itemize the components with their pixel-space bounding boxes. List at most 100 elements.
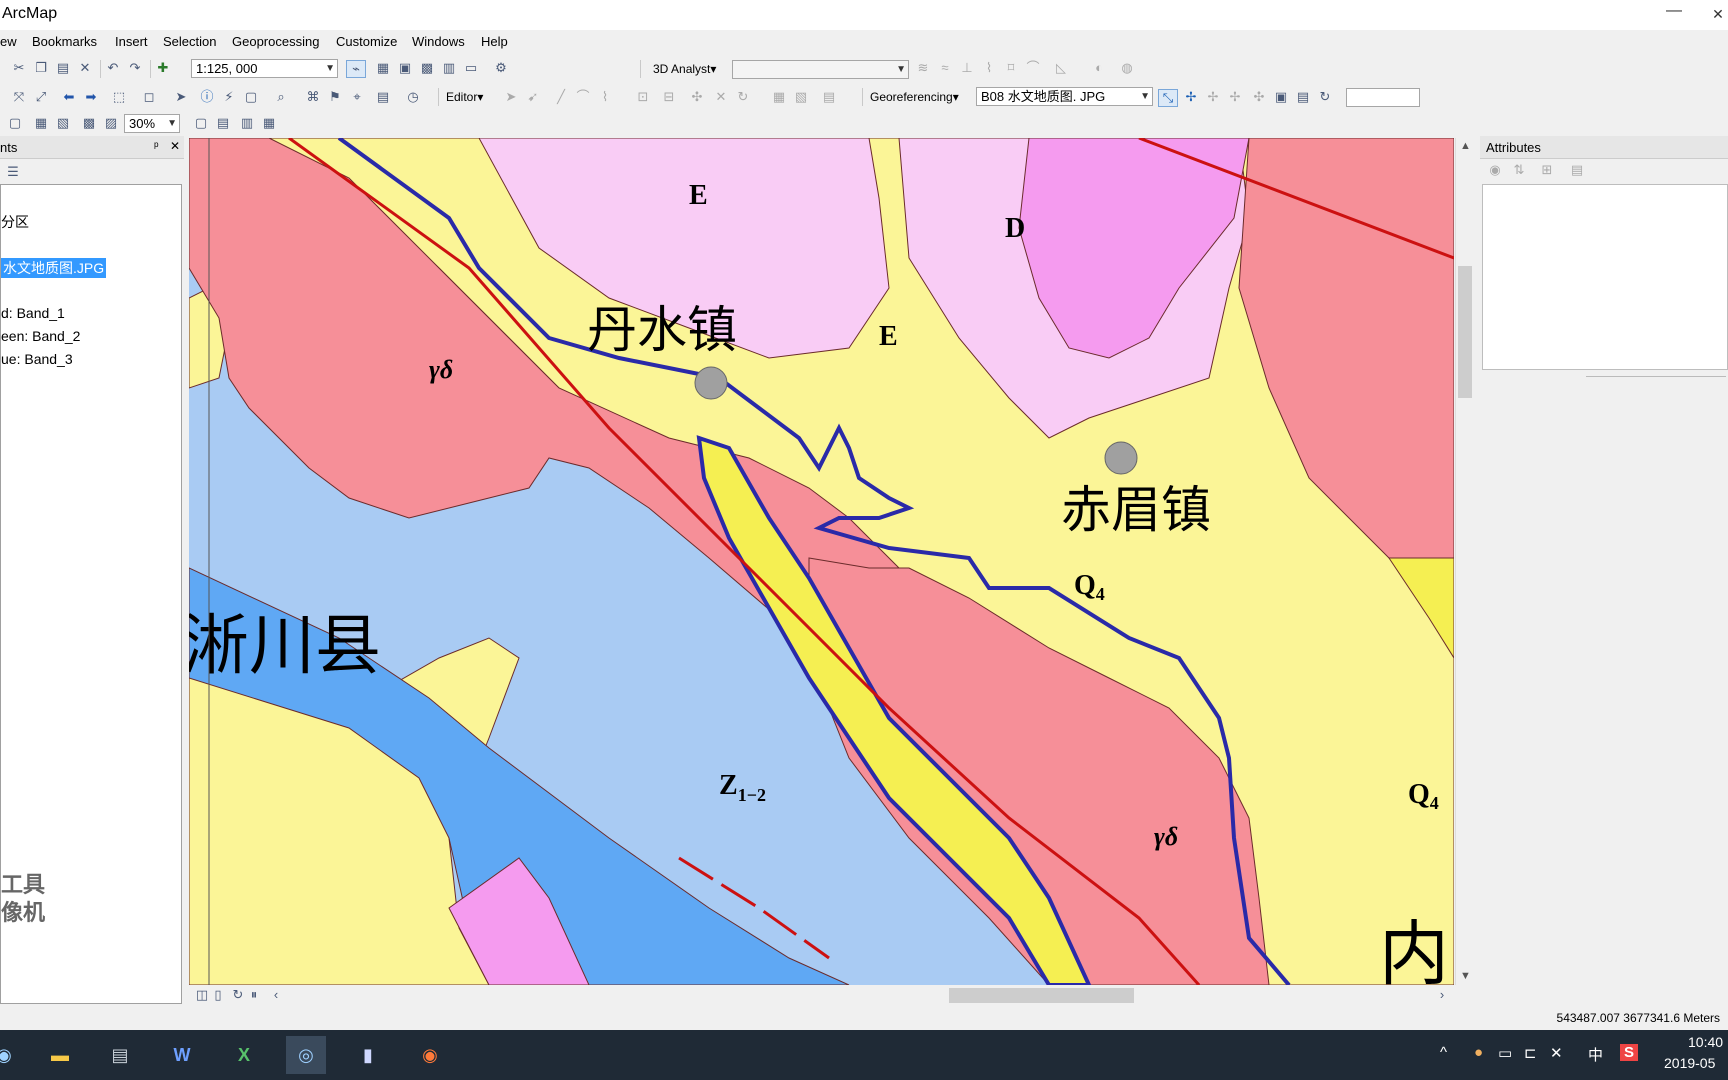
arctoolbox-icon[interactable]: ▥ <box>440 60 458 76</box>
rotate-dropdown-icon[interactable]: ↻ <box>1316 89 1334 105</box>
menu-customize[interactable]: Customize <box>336 34 397 49</box>
select-features-icon[interactable]: ⬚ <box>110 89 128 105</box>
attributes-options-icon[interactable]: ▤ <box>1568 162 1586 178</box>
toggle-draft-icon[interactable]: ▢ <box>192 115 210 131</box>
interpolate-point-icon[interactable]: ⌑ <box>1002 60 1020 76</box>
change-layout-icon[interactable]: ▥ <box>238 115 256 131</box>
find-icon[interactable]: ⌕ <box>272 89 290 105</box>
georeferencing-menu[interactable]: Georeferencing▾ <box>870 90 959 104</box>
attributes-filter-icon[interactable]: ⊞ <box>1538 162 1556 178</box>
full-extent-icon[interactable]: ⤧ <box>10 89 28 105</box>
ime-indicator[interactable]: 中 <box>1588 1044 1603 1065</box>
attributes-window-icon[interactable]: ▦ <box>770 89 788 105</box>
fixed-zoom-layout-icon[interactable]: ▧ <box>54 115 72 131</box>
edit-annotation-icon[interactable]: ➹ <box>524 89 542 105</box>
clock-time[interactable]: 10:40 <box>1688 1034 1723 1050</box>
arcscene-icon[interactable]: ◐ <box>1090 60 1108 76</box>
attributes-layer-icon[interactable]: ◉ <box>1486 162 1504 178</box>
edit-tool-icon[interactable]: ➤ <box>502 89 520 105</box>
toc-layer-jpg[interactable]: 水文地质图.JPG <box>1 258 107 278</box>
volume-muted-icon[interactable]: ✕ <box>1550 1044 1563 1062</box>
measure-icon[interactable]: ▤ <box>374 89 392 105</box>
map-display[interactable]: E E D 丹水镇 赤眉镇 淅川县 γδ γδ Q4 Q4 Z1−2 内 <box>189 138 1454 985</box>
georeferencing-layer-combo[interactable]: B08 水文地质图. JPG ▼ <box>976 87 1153 106</box>
toc-close-button[interactable]: ✕ <box>170 139 180 153</box>
scroll-left-icon[interactable]: ‹ <box>267 987 285 1003</box>
toc-group-label[interactable]: 分区 <box>1 212 29 232</box>
zoom-in-layout-icon[interactable]: ▢ <box>6 115 24 131</box>
menu-insert[interactable]: Insert <box>115 34 148 49</box>
straight-segment-icon[interactable]: ╱ <box>552 89 570 105</box>
3d-analyst-menu[interactable]: 3D Analyst▾ <box>653 62 716 76</box>
rotate-raster-icon[interactable]: ✣ <box>1250 89 1268 105</box>
reshape-icon[interactable]: ⊟ <box>660 89 678 105</box>
layout-zoom-combo[interactable]: 30% ▼ <box>124 114 180 133</box>
word-icon[interactable]: W <box>162 1036 202 1074</box>
catalog-icon[interactable]: ▣ <box>396 60 414 76</box>
tray-app-icon[interactable]: ● <box>1474 1044 1483 1061</box>
horizontal-scroll-thumb[interactable] <box>949 988 1134 1003</box>
menu-view[interactable]: ew <box>0 34 17 49</box>
menu-windows[interactable]: Windows <box>412 34 465 49</box>
python-icon[interactable]: ▭ <box>462 60 480 76</box>
create-features-icon[interactable]: ▤ <box>820 89 838 105</box>
interpolate-line-icon[interactable]: ⌇ <box>980 60 998 76</box>
editor-toolbar-icon[interactable]: ⌁ <box>346 60 366 78</box>
fixed-zoom-icon[interactable]: ⤢ <box>32 89 50 105</box>
copy-icon[interactable]: ❐ <box>32 60 50 76</box>
zoom-out-layout-icon[interactable]: ▦ <box>32 115 50 131</box>
editor-menu[interactable]: Editor▾ <box>446 90 483 104</box>
add-data-icon[interactable]: ✚ <box>154 60 172 76</box>
zoom-to-link-icon[interactable]: ✢ <box>1204 89 1222 105</box>
data-driven-pages-icon[interactable]: ▦ <box>260 115 278 131</box>
menu-selection[interactable]: Selection <box>163 34 216 49</box>
add-control-points-icon[interactable]: ⤡ <box>1158 89 1178 107</box>
app-taskbar-icon[interactable]: ▮ <box>348 1036 388 1074</box>
link-table-icon[interactable]: ▤ <box>1294 89 1312 105</box>
clear-selection-icon[interactable]: ◻ <box>140 89 158 105</box>
battery-icon[interactable]: ▭ <box>1498 1044 1512 1062</box>
zoom-whole-page-icon[interactable]: ▩ <box>80 115 98 131</box>
hyperlink-icon[interactable]: ⚡ <box>220 89 238 105</box>
scroll-up-icon[interactable]: ▲ <box>1460 140 1471 152</box>
map-vertical-scrollbar[interactable]: ▲ ▼ <box>1455 138 1474 985</box>
delete-link-icon[interactable]: ✢ <box>1226 89 1244 105</box>
arcglobe-icon[interactable]: ◍ <box>1118 60 1136 76</box>
close-button[interactable]: ✕ <box>1698 6 1728 23</box>
menu-help[interactable]: Help <box>481 34 508 49</box>
paste-icon[interactable]: ▤ <box>54 60 72 76</box>
cut-polygons-icon[interactable]: ✣ <box>688 89 706 105</box>
toc-pin-icon[interactable]: ᵖ <box>154 139 159 153</box>
contour-icon[interactable]: ≋ <box>914 60 932 76</box>
go-to-xy-icon[interactable]: ⌖ <box>348 89 366 105</box>
steepest-path-icon[interactable]: ≈ <box>936 60 954 76</box>
viewer-icon[interactable]: ▣ <box>1272 89 1290 105</box>
time-slider-icon[interactable]: ◷ <box>404 89 422 105</box>
zoom-100-icon[interactable]: ▨ <box>102 115 120 131</box>
menu-bookmarks[interactable]: Bookmarks <box>32 34 97 49</box>
split-icon[interactable]: ✕ <box>712 89 730 105</box>
attributes-sort-icon[interactable]: ⇅ <box>1510 162 1528 178</box>
redo-icon[interactable]: ↷ <box>126 60 144 76</box>
scroll-down-icon[interactable]: ▼ <box>1460 970 1471 982</box>
toc-window-icon[interactable]: ▦ <box>374 60 392 76</box>
binoculars-icon[interactable]: ⌘ <box>304 89 322 105</box>
forward-extent-icon[interactable]: ➡ <box>82 89 100 105</box>
list-by-drawing-order-icon[interactable]: ☰ <box>4 164 22 180</box>
find-route-icon[interactable]: ⚑ <box>326 89 344 105</box>
show-hidden-icons[interactable]: ^ <box>1440 1044 1447 1061</box>
menu-geoprocessing[interactable]: Geoprocessing <box>232 34 319 49</box>
undo-icon[interactable]: ↶ <box>104 60 122 76</box>
search-window-icon[interactable]: ▩ <box>418 60 436 76</box>
trace-icon[interactable]: ⌇ <box>596 89 614 105</box>
back-extent-icon[interactable]: ⬅ <box>60 89 78 105</box>
rotate-icon[interactable]: ↻ <box>734 89 752 105</box>
edit-vertices-icon[interactable]: ⊡ <box>634 89 652 105</box>
georef-scale-input[interactable] <box>1346 88 1420 107</box>
delete-icon[interactable]: ✕ <box>76 60 94 76</box>
start-button[interactable]: ◉ <box>0 1036 24 1074</box>
minimize-button[interactable]: — <box>1654 2 1694 20</box>
sogou-icon[interactable]: S <box>1620 1044 1639 1061</box>
scroll-right-icon[interactable]: › <box>1433 987 1451 1003</box>
sketch-properties-icon[interactable]: ▧ <box>792 89 810 105</box>
